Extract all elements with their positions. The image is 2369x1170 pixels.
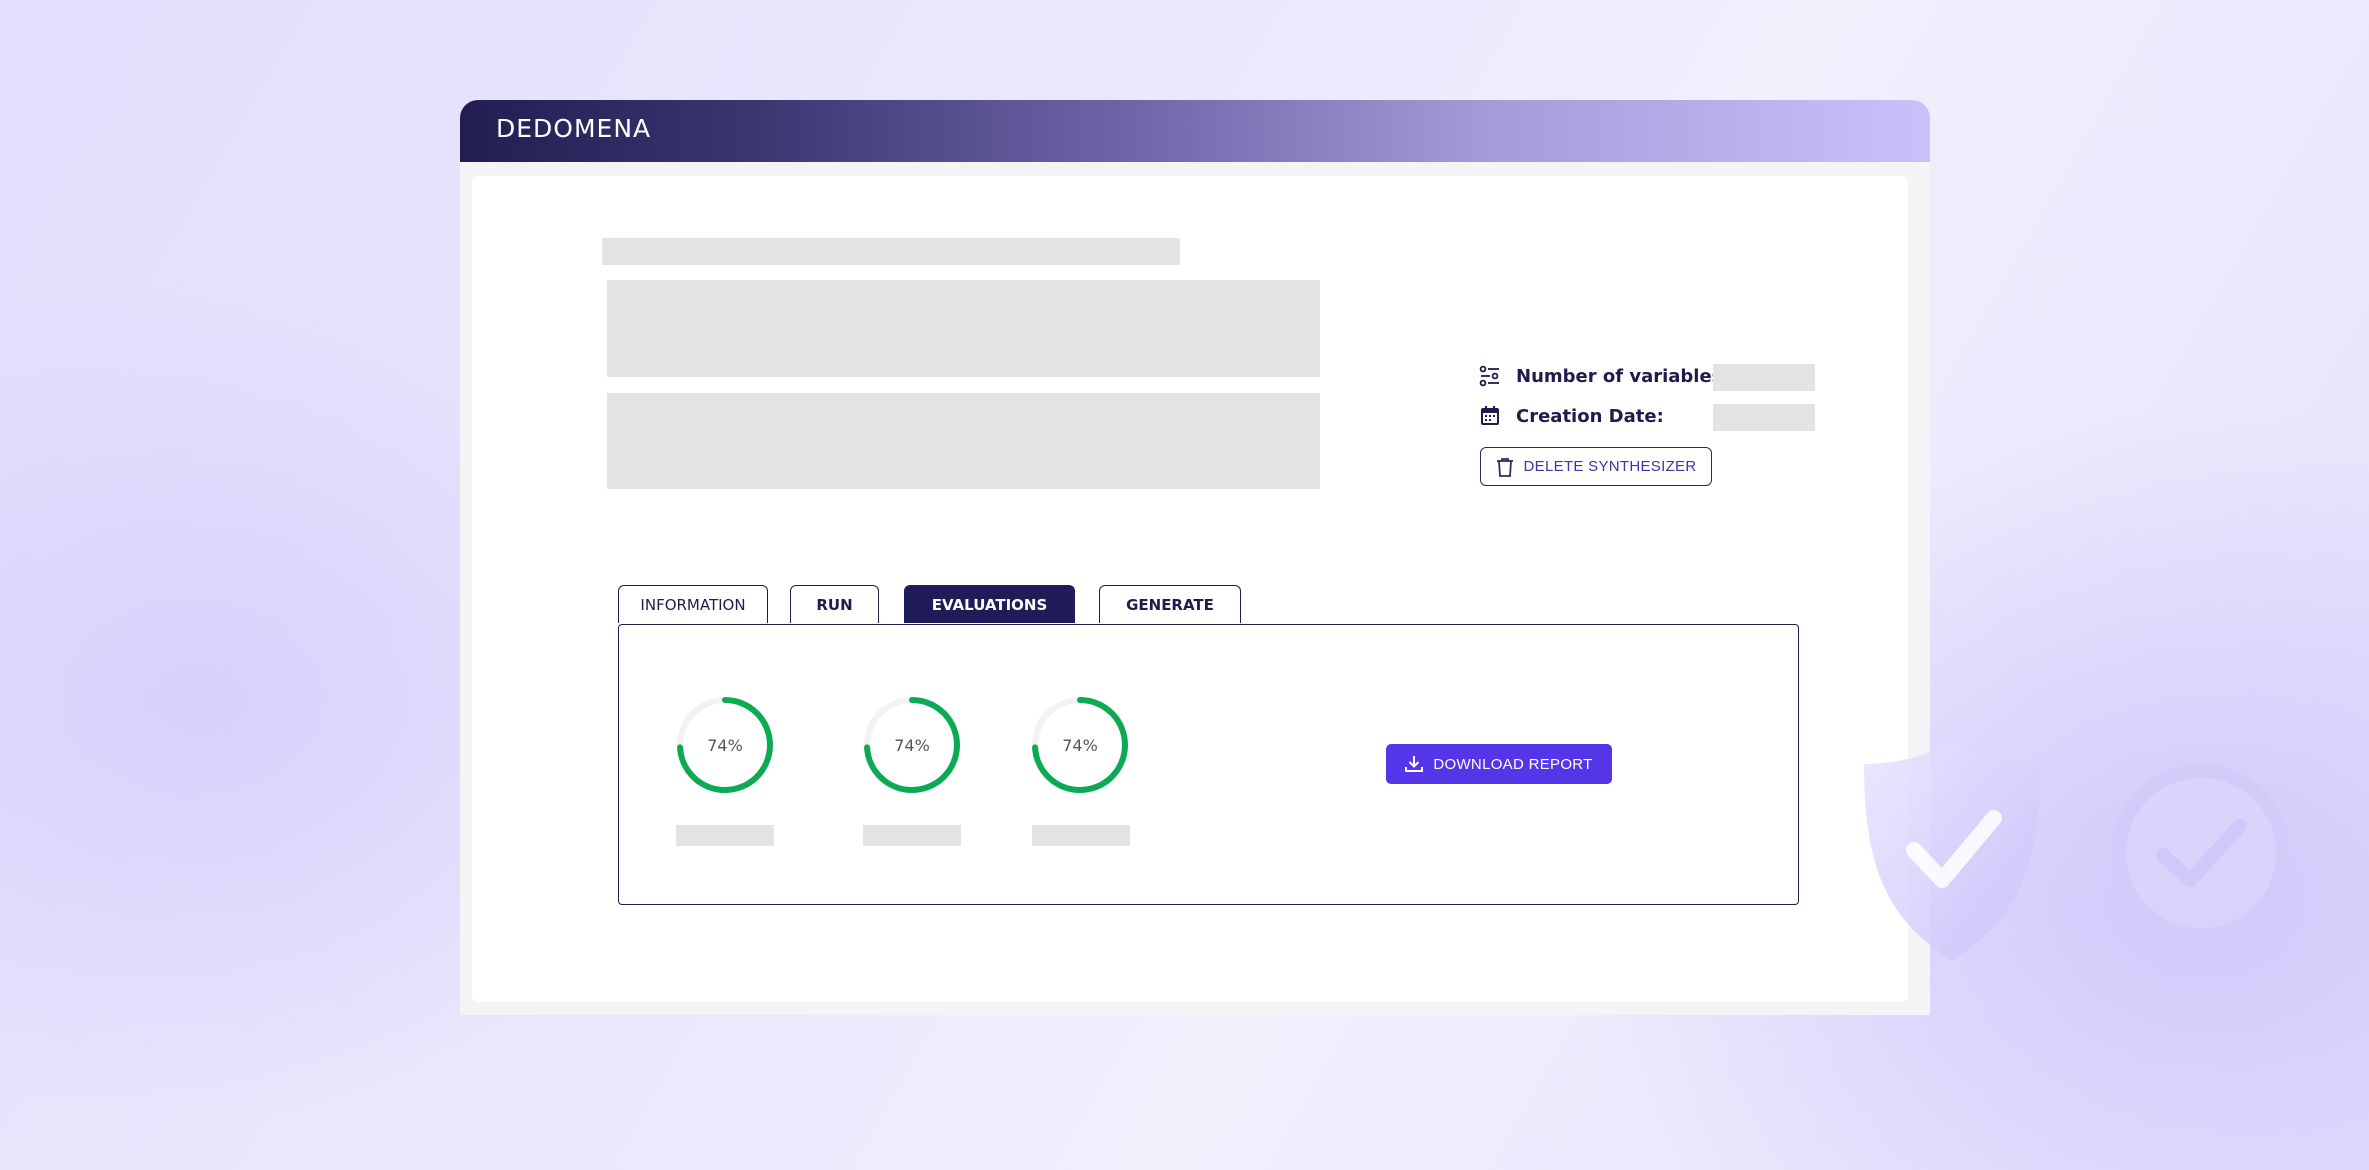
evaluations-panel	[618, 624, 1799, 905]
title-bar: DEDOMENA	[460, 100, 1930, 162]
trash-icon	[1496, 457, 1514, 477]
description-placeholder-1	[607, 280, 1320, 377]
creation-date-value-placeholder	[1713, 404, 1815, 431]
variables-label: Number of variables:	[1516, 365, 1730, 387]
tab-information-label: INFORMATION	[640, 595, 746, 614]
gauge-caption-placeholder	[1032, 825, 1130, 846]
gauge-value: 74%	[707, 735, 743, 755]
tab-run-label: RUN	[816, 595, 853, 614]
evaluation-gauge: 74%	[861, 694, 963, 796]
download-icon	[1405, 755, 1424, 773]
download-button-label: DOWNLOAD REPORT	[1433, 755, 1593, 773]
gauge-value: 74%	[894, 735, 930, 755]
tab-evaluations[interactable]: EVALUATIONS	[904, 585, 1075, 623]
delete-synthesizer-button[interactable]: DELETE SYNTHESIZER	[1480, 447, 1712, 486]
calendar-icon	[1478, 404, 1502, 428]
title-placeholder	[602, 238, 1180, 265]
creation-date-row: Creation Date:	[1478, 404, 1664, 428]
shield-check-icon	[1862, 738, 2042, 968]
gauge-caption-placeholder	[863, 825, 961, 846]
tab-run[interactable]: RUN	[790, 585, 879, 623]
delete-button-label: DELETE SYNTHESIZER	[1523, 458, 1697, 475]
creation-date-label: Creation Date:	[1516, 405, 1664, 427]
tab-information[interactable]: INFORMATION	[618, 585, 768, 623]
check-circle-icon	[2108, 760, 2294, 951]
variables-value-placeholder	[1713, 364, 1815, 391]
variables-row: Number of variables:	[1478, 364, 1730, 388]
description-placeholder-2	[607, 393, 1320, 489]
download-report-button[interactable]: DOWNLOAD REPORT	[1386, 744, 1612, 784]
tab-generate-label: GENERATE	[1126, 595, 1214, 614]
app-logo: DEDOMENA	[496, 114, 652, 143]
gauge-caption-placeholder	[676, 825, 774, 846]
evaluation-gauge: 74%	[1029, 694, 1131, 796]
gauge-value: 74%	[1062, 735, 1098, 755]
sliders-icon	[1478, 364, 1502, 388]
tab-generate[interactable]: GENERATE	[1099, 585, 1241, 623]
tab-evaluations-label: EVALUATIONS	[931, 595, 1048, 614]
evaluation-gauge: 74%	[674, 694, 776, 796]
